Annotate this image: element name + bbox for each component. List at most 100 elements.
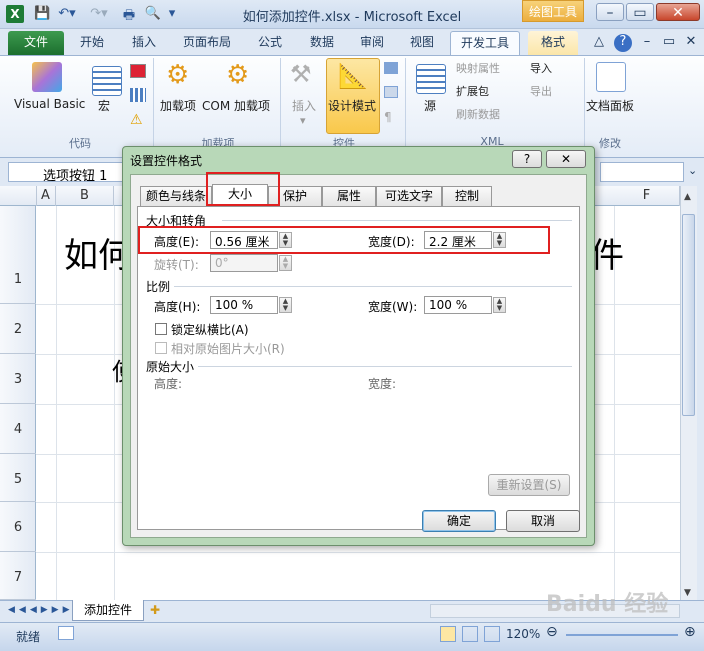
sheet-tab[interactable]: 添加控件 <box>72 600 144 621</box>
scale-height-input[interactable]: 100 % <box>210 296 278 314</box>
zoom-level[interactable]: 120% <box>506 627 540 641</box>
macro-security-icon[interactable]: ⚠ <box>130 112 143 128</box>
run-dialog-icon[interactable]: ¶ <box>384 110 392 124</box>
row-header-1[interactable]: 1 <box>0 206 36 304</box>
design-mode-label: 设计模式 <box>328 99 377 113</box>
map-properties-button[interactable]: 映射属性 <box>456 60 500 76</box>
tab-page-layout[interactable]: 页面布局 <box>176 31 238 55</box>
scale-width-input[interactable]: 100 % <box>424 296 492 314</box>
highlight-size-tab <box>206 172 280 206</box>
name-box[interactable]: 选项按钮 1 <box>8 162 124 182</box>
dialog-close-button[interactable]: ✕ <box>546 150 586 168</box>
insert-control-icon: ⚒ <box>290 60 312 88</box>
formula-input[interactable] <box>600 162 684 182</box>
addins-button[interactable]: 加载项 <box>160 97 196 114</box>
macro-icon <box>92 66 122 96</box>
restore-max-icon[interactable]: ▭ <box>660 34 678 52</box>
export-button[interactable]: 导出 <box>530 83 552 99</box>
vertical-scroll-thumb[interactable] <box>682 214 695 416</box>
dialog-title: 设置控件格式 <box>130 154 203 168</box>
record-macro-icon[interactable] <box>130 64 146 78</box>
tab-format[interactable]: 格式 <box>528 31 578 55</box>
scale-width-label: 宽度(W): <box>368 300 418 314</box>
scale-width-spinner[interactable]: ▲ ▼ <box>493 297 506 313</box>
document-panel-icon <box>596 62 626 92</box>
zoom-out-icon[interactable]: ⊖ <box>546 624 558 640</box>
macro-record-icon[interactable] <box>58 626 74 640</box>
insert-dropdown-icon[interactable]: ▾ <box>300 114 306 127</box>
tab-colors-lines[interactable]: 颜色与线条 <box>140 186 212 206</box>
insert-control-button[interactable]: 插入 <box>292 97 316 114</box>
tab-review[interactable]: 审阅 <box>352 31 392 55</box>
ok-button[interactable]: 确定 <box>422 510 496 532</box>
ribbon-collapse-icon[interactable]: △ <box>590 34 608 52</box>
zoom-slider[interactable] <box>566 634 678 636</box>
page-break-view-icon[interactable] <box>484 626 500 642</box>
new-sheet-icon[interactable]: ✚ <box>150 603 160 617</box>
com-addins-button[interactable]: COM 加载项 <box>202 97 270 114</box>
view-code-icon[interactable] <box>384 86 398 98</box>
help-icon[interactable]: ? <box>614 34 632 52</box>
expansion-packs-button[interactable]: 扩展包 <box>456 83 489 99</box>
reset-button[interactable]: 重新设置(S) <box>488 474 570 496</box>
ribbon-separator <box>584 58 585 154</box>
minimize-button[interactable]: – <box>596 3 624 21</box>
scale-height-spinner[interactable]: ▲ ▼ <box>279 297 292 313</box>
tab-file[interactable]: 文件 <box>8 31 64 55</box>
row-header-6[interactable]: 6 <box>0 502 36 552</box>
refresh-data-button[interactable]: 刷新数据 <box>456 106 500 122</box>
row-header-2[interactable]: 2 <box>0 304 36 354</box>
scroll-up-icon[interactable]: ▲ <box>684 192 691 202</box>
dialog-help-button[interactable]: ? <box>512 150 542 168</box>
row-header-4[interactable]: 4 <box>0 404 36 454</box>
tab-properties[interactable]: 属性 <box>322 186 376 206</box>
ribbon-separator <box>280 58 281 154</box>
row-headers: 1 2 3 4 5 6 7 <box>0 206 36 600</box>
tab-developer[interactable]: 开发工具 <box>450 31 520 55</box>
restore-close-icon[interactable]: ✕ <box>682 34 700 52</box>
relative-original-checkbox[interactable] <box>155 342 167 354</box>
page-layout-view-icon[interactable] <box>462 626 478 642</box>
restore-min-icon[interactable]: – <box>638 34 656 52</box>
code-group-label: 代码 <box>69 137 91 150</box>
baidu-watermark: Baidu 经验 <box>546 592 669 617</box>
macro-button[interactable]: 宏 <box>98 97 110 114</box>
ribbon-separator <box>153 58 154 154</box>
relative-ref-icon[interactable] <box>130 88 146 102</box>
tab-control[interactable]: 控制 <box>442 186 492 206</box>
import-button[interactable]: 导入 <box>530 60 552 76</box>
document-panel-button[interactable]: 文档面板 <box>586 97 634 114</box>
row-header-5[interactable]: 5 <box>0 454 36 502</box>
rotation-spinner[interactable]: ▲ ▼ <box>279 255 292 271</box>
cancel-button[interactable]: 取消 <box>506 510 580 532</box>
row-header-7[interactable]: 7 <box>0 552 36 600</box>
tab-alt-text[interactable]: 可选文字 <box>376 186 442 206</box>
tab-home[interactable]: 开始 <box>72 31 112 55</box>
properties-icon[interactable] <box>384 62 398 74</box>
row-header-3[interactable]: 3 <box>0 354 36 404</box>
column-header-a[interactable]: A <box>36 186 56 206</box>
close-button[interactable]: ✕ <box>656 3 700 21</box>
drawing-tools-context: 绘图工具 <box>522 0 584 22</box>
source-icon <box>416 64 446 94</box>
scroll-down-icon[interactable]: ▼ <box>684 588 691 598</box>
rotation-input[interactable]: 0° <box>210 254 278 272</box>
visual-basic-button[interactable]: Visual Basic <box>14 97 85 111</box>
expand-formula-icon[interactable]: ⌄ <box>688 164 697 177</box>
addins-icon: ⚙ <box>166 60 190 90</box>
relative-original-label: 相对原始图片大小(R) <box>171 342 285 356</box>
tab-formulas[interactable]: 公式 <box>250 31 290 55</box>
zoom-in-icon[interactable]: ⊕ <box>684 624 696 640</box>
maximize-button[interactable]: ▭ <box>626 3 654 21</box>
tab-data[interactable]: 数据 <box>302 31 342 55</box>
status-ready: 就绪 <box>16 630 41 644</box>
tab-view[interactable]: 视图 <box>402 31 442 55</box>
normal-view-icon[interactable] <box>440 626 456 642</box>
source-button[interactable]: 源 <box>424 97 436 114</box>
lock-aspect-checkbox[interactable] <box>155 323 167 335</box>
tab-insert[interactable]: 插入 <box>124 31 164 55</box>
column-header-f[interactable]: F <box>614 186 680 206</box>
status-bar <box>0 622 704 651</box>
column-header-b[interactable]: B <box>56 186 114 206</box>
sheet-nav-icons[interactable]: ◀◀◀▶▶▶ <box>8 605 74 615</box>
